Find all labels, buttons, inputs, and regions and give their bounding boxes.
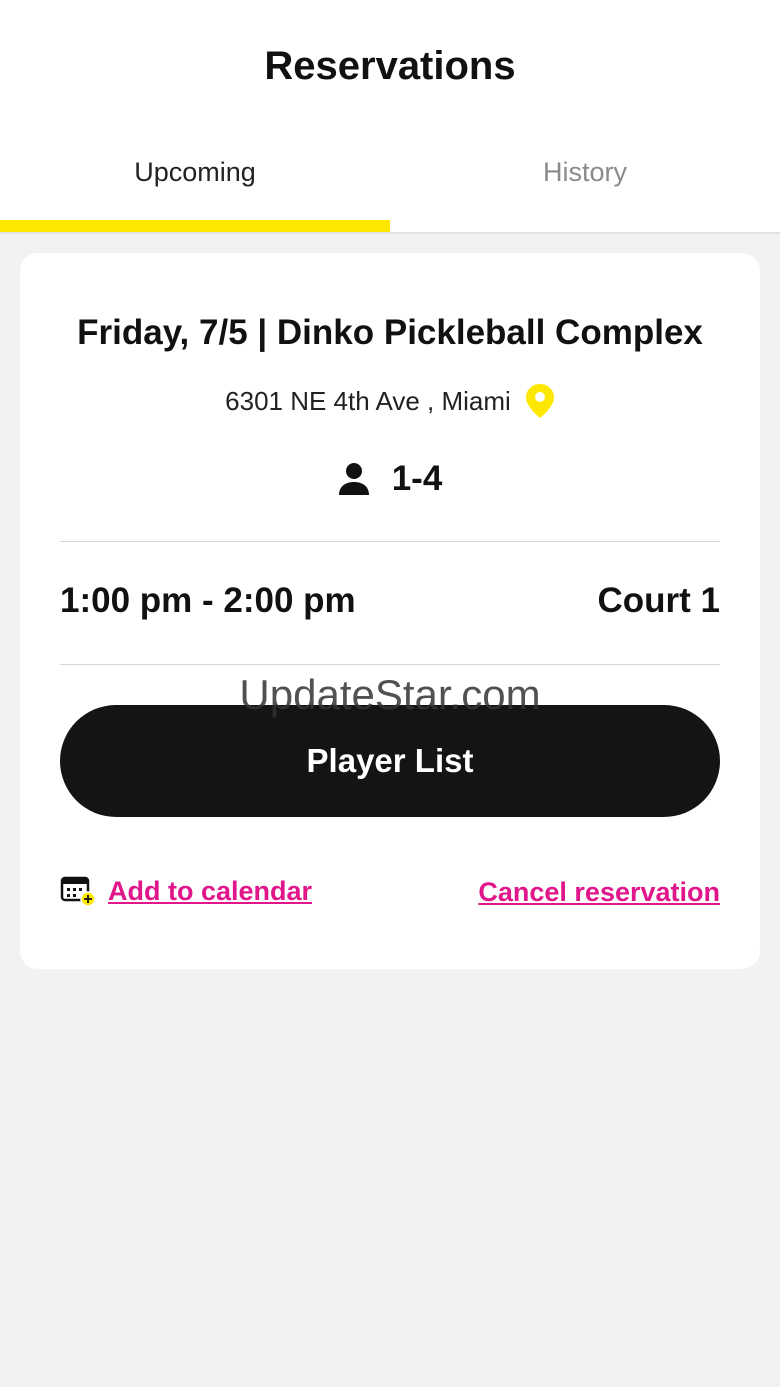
reservation-heading: Friday, 7/5 | Dinko Pickleball Complex	[77, 313, 703, 352]
page-title: Reservations	[264, 44, 516, 88]
player-count: 1-4	[391, 459, 443, 498]
calendar-add-icon[interactable]	[60, 875, 96, 907]
header: Reservations Upcoming History	[0, 0, 780, 234]
address-row: 6301 NE 4th Ave , Miami	[20, 383, 760, 419]
header-divider	[0, 232, 780, 234]
reservation-card: Friday, 7/5 | Dinko Pickleball Complex 6…	[20, 253, 760, 969]
player-list-button[interactable]: Player List	[60, 705, 720, 817]
person-icon	[338, 462, 370, 496]
players-row: 1-4	[20, 459, 760, 499]
time-slot: 1:00 pm - 2:00 pm	[60, 581, 356, 620]
cancel-reservation-link[interactable]: Cancel reservation	[478, 877, 720, 908]
add-to-calendar-link[interactable]: Add to calendar	[108, 876, 312, 907]
divider	[60, 664, 720, 665]
map-pin-icon[interactable]	[525, 383, 555, 419]
watermark: UpdateStar.com	[239, 671, 541, 718]
court-label: Court 1	[597, 581, 721, 620]
active-tab-indicator	[0, 220, 390, 232]
tab-history[interactable]: History	[390, 157, 780, 188]
tab-upcoming[interactable]: Upcoming	[0, 157, 390, 188]
divider	[60, 541, 720, 542]
add-to-calendar-row[interactable]: Add to calendar	[60, 875, 312, 907]
venue-address: 6301 NE 4th Ave , Miami	[225, 385, 511, 416]
